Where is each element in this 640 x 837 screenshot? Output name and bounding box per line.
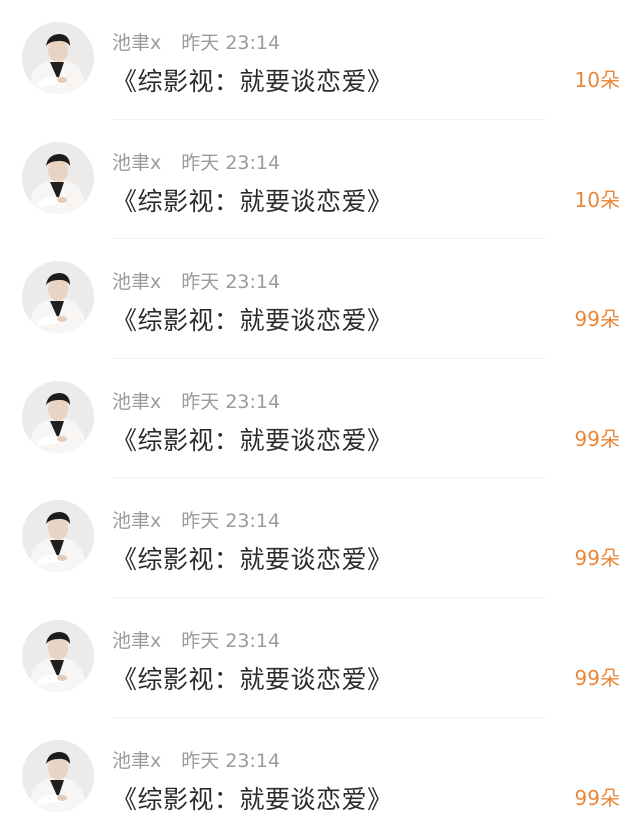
- comment-content: 《综影视：就要谈恋爱》: [112, 545, 393, 575]
- comment-meta: 池聿x 昨天 23:14: [112, 506, 280, 533]
- comment-time: 昨天 23:14: [181, 32, 281, 54]
- comment-time: 昨天 23:14: [181, 390, 281, 413]
- flower-count: 99朵: [574, 665, 620, 690]
- comment-content: 《综影视：就要谈恋爱》: [112, 664, 393, 694]
- author-name[interactable]: 池聿x: [112, 391, 161, 413]
- comment-item[interactable]: 池聿x 昨天 23:14 《综影视：就要谈恋爱》 99朵: [0, 359, 640, 479]
- comment-content: 《综影视：就要谈恋爱》: [112, 425, 393, 455]
- comment-item[interactable]: 池聿x 昨天 23:14 《综影视：就要谈恋爱》 99朵: [0, 478, 640, 598]
- author-name[interactable]: 池聿x: [112, 630, 161, 652]
- avatar[interactable]: [22, 619, 94, 692]
- comment-item[interactable]: 池聿x 昨天 23:14 《综影视：就要谈恋爱》 10朵: [0, 0, 640, 120]
- author-name[interactable]: 池聿x: [112, 271, 161, 293]
- comment-meta: 池聿x 昨天 23:14: [112, 746, 280, 773]
- comment-meta: 池聿x 昨天 23:14: [112, 28, 280, 55]
- comment-item[interactable]: 池聿x 昨天 23:14 《综影视：就要谈恋爱》 10朵: [0, 120, 640, 240]
- flower-count: 99朵: [574, 785, 620, 810]
- avatar[interactable]: [22, 500, 94, 573]
- avatar[interactable]: [22, 22, 94, 94]
- comment-time: 昨天 23:14: [181, 271, 281, 294]
- avatar[interactable]: [22, 261, 94, 334]
- comment-content: 《综影视：就要谈恋爱》: [112, 306, 393, 336]
- comment-content: 《综影视：就要谈恋爱》: [112, 67, 393, 96]
- flower-count: 10朵: [574, 187, 620, 212]
- comment-time: 昨天 23:14: [181, 749, 281, 772]
- author-name[interactable]: 池聿x: [112, 750, 161, 772]
- comment-list: 池聿x 昨天 23:14 《综影视：就要谈恋爱》 10朵 池聿x 昨天 23:1…: [0, 0, 640, 830]
- comment-meta: 池聿x 昨天 23:14: [112, 626, 280, 653]
- comment-meta: 池聿x 昨天 23:14: [112, 387, 280, 414]
- author-name[interactable]: 池聿x: [112, 32, 161, 54]
- flower-count: 10朵: [574, 68, 620, 92]
- author-name[interactable]: 池聿x: [112, 510, 161, 532]
- author-name[interactable]: 池聿x: [112, 152, 161, 174]
- comment-content: 《综影视：就要谈恋爱》: [112, 186, 393, 216]
- avatar[interactable]: [22, 380, 94, 453]
- flower-count: 99朵: [574, 426, 620, 451]
- comment-time: 昨天 23:14: [181, 629, 281, 652]
- flower-count: 99朵: [574, 546, 620, 571]
- avatar[interactable]: [22, 141, 94, 214]
- comment-content: 《综影视：就要谈恋爱》: [112, 784, 393, 814]
- comment-item[interactable]: 池聿x 昨天 23:14 《综影视：就要谈恋爱》 99朵: [0, 718, 640, 837]
- flower-count: 99朵: [574, 307, 620, 332]
- comment-meta: 池聿x 昨天 23:14: [112, 148, 280, 175]
- comment-item[interactable]: 池聿x 昨天 23:14 《综影视：就要谈恋爱》 99朵: [0, 239, 640, 359]
- comment-meta: 池聿x 昨天 23:14: [112, 267, 280, 294]
- avatar[interactable]: [22, 739, 94, 812]
- comment-time: 昨天 23:14: [181, 510, 281, 533]
- comment-item[interactable]: 池聿x 昨天 23:14 《综影视：就要谈恋爱》 99朵: [0, 598, 640, 718]
- comment-time: 昨天 23:14: [181, 151, 281, 174]
